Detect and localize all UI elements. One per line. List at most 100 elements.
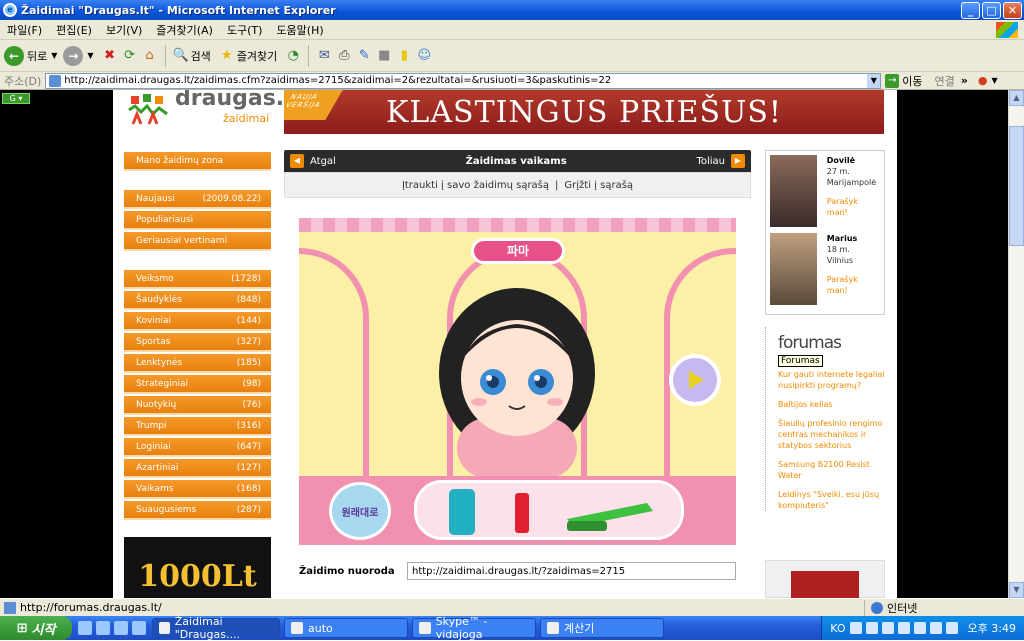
addon-dropdown-icon[interactable]: ▼ xyxy=(992,76,998,85)
nav-category[interactable]: Sportas (327) xyxy=(124,333,271,352)
user-name[interactable]: Marius xyxy=(827,233,880,244)
menu-help[interactable]: 도움말(H) xyxy=(269,22,330,38)
home-icon[interactable]: ⌂ xyxy=(140,46,160,66)
nav-item[interactable]: Naujausi (2009.08.22) xyxy=(124,190,271,209)
taskbar-item[interactable]: Skype™ - vidajoga xyxy=(412,615,536,641)
nav-my-zone[interactable]: Mano žaidimų zona xyxy=(124,152,271,171)
forum-topic[interactable]: Leidinys "Sveiki, esu jūsų kompiuteris" xyxy=(778,489,885,511)
back-button[interactable]: ← 뒤로 ▼ xyxy=(4,45,57,66)
nav-category[interactable]: Veiksmo (1728) xyxy=(124,270,271,289)
tray-icon[interactable] xyxy=(897,622,910,634)
links-label[interactable]: 연결 xyxy=(935,73,955,89)
hair-tools-icon[interactable] xyxy=(417,483,687,543)
minimize-button[interactable]: _ xyxy=(961,1,980,19)
forum-topic[interactable]: Samsung B2100 Resist Water xyxy=(778,459,885,481)
discuss-icon[interactable]: ■ xyxy=(374,46,394,66)
nav-category[interactable]: Lenktynės (185) xyxy=(124,354,271,373)
user-card[interactable]: Dovilė 27 m. Marijampolė Parašyk man! xyxy=(770,155,880,227)
gadget-button[interactable]: G ▾ xyxy=(2,93,30,104)
ad-banner[interactable]: NAUJA VERSIJA KLASTINGUS PRIEŠUS! xyxy=(284,90,884,134)
write-me-link[interactable]: Parašyk man! xyxy=(827,196,880,218)
user-photo[interactable] xyxy=(770,233,817,305)
nav-category[interactable]: Trumpi (316) xyxy=(124,417,271,436)
quicklaunch-icon[interactable] xyxy=(132,621,146,635)
refresh-icon[interactable]: ⟳ xyxy=(120,46,140,66)
scroll-up-icon[interactable]: ▲ xyxy=(1009,90,1024,106)
scroll-thumb[interactable] xyxy=(1009,126,1024,246)
messenger-icon[interactable]: ☺ xyxy=(414,46,434,66)
favorites-button[interactable]: ★ 즐겨찾기 xyxy=(217,46,277,66)
menu-favorites[interactable]: 즐겨찾기(A) xyxy=(149,22,220,38)
red-ad-box[interactable] xyxy=(765,560,885,598)
reset-button[interactable]: 원래대로 xyxy=(329,482,391,540)
menu-edit[interactable]: 편집(E) xyxy=(49,22,99,38)
print-icon[interactable]: ⎙ xyxy=(334,46,354,66)
close-button[interactable]: ✕ xyxy=(1003,1,1022,19)
history-icon[interactable]: ◔ xyxy=(283,46,303,66)
nav-item[interactable]: Populiariausi xyxy=(124,211,271,230)
user-photo[interactable] xyxy=(770,155,817,227)
go-button[interactable]: → 이동 xyxy=(885,73,923,89)
nav-category[interactable]: Azartiniai (127) xyxy=(124,459,271,478)
language-indicator[interactable]: KO xyxy=(830,622,845,635)
quicklaunch-icon[interactable] xyxy=(78,621,92,635)
left-arrow-icon: ◀ xyxy=(290,154,304,168)
menu-view[interactable]: 보기(V) xyxy=(99,22,149,38)
tray-icon[interactable] xyxy=(865,622,878,634)
tray-icon[interactable] xyxy=(929,622,942,634)
zone-label: 인터넷 xyxy=(887,601,918,615)
nav-category[interactable]: Koviniai (144) xyxy=(124,312,271,331)
nav-category[interactable]: Suaugusiems (287) xyxy=(124,501,271,520)
start-button[interactable]: ⊞ 시작 xyxy=(0,616,72,640)
address-dropdown-icon[interactable]: ▼ xyxy=(867,73,881,88)
game-link-field[interactable] xyxy=(407,562,736,580)
links-more-icon[interactable]: » xyxy=(961,74,968,87)
nav-category[interactable]: Loginiai (647) xyxy=(124,438,271,457)
note-icon[interactable]: ▮ xyxy=(394,46,414,66)
address-input[interactable]: http://zaidimai.draugas.lt/zaidimas.cfm?… xyxy=(45,72,882,89)
next-link[interactable]: Toliau ▶ xyxy=(690,154,751,168)
forum-topic[interactable]: Baltijos kelias xyxy=(778,399,885,410)
user-name[interactable]: Dovilė xyxy=(827,155,880,166)
tray-icon[interactable] xyxy=(881,622,894,634)
forward-button[interactable]: → ▼ xyxy=(63,45,94,66)
taskbar-item[interactable]: auto xyxy=(284,618,408,638)
write-me-link[interactable]: Parašyk man! xyxy=(827,274,880,296)
taskbar-item[interactable]: 계산기 xyxy=(540,618,664,638)
return-to-list-link[interactable]: Grįžti į sąrašą xyxy=(564,180,633,191)
quicklaunch-icon[interactable] xyxy=(96,621,110,635)
user-card[interactable]: Marius 18 m. Vilnius Parašyk man! xyxy=(770,233,880,305)
quicklaunch-icon[interactable] xyxy=(114,621,128,635)
tray-icon[interactable] xyxy=(913,622,926,634)
maximize-button[interactable]: □ xyxy=(982,1,1001,19)
mail-icon[interactable]: ✉ xyxy=(314,46,334,66)
back-link[interactable]: ◀ Atgal xyxy=(284,154,342,168)
forum-title[interactable]: forumas xyxy=(778,333,885,353)
nav-category[interactable]: Strateginiai (98) xyxy=(124,375,271,394)
clock[interactable]: 오후 3:49 xyxy=(968,620,1016,636)
tray-icon[interactable] xyxy=(849,622,862,634)
menu-file[interactable]: 파일(F) xyxy=(0,22,49,38)
game-canvas[interactable]: 파마 원래대로 xyxy=(299,218,736,545)
taskbar-item[interactable]: Žaidimai "Draugas.... xyxy=(152,615,280,641)
tray-icon[interactable] xyxy=(945,622,958,634)
nav-category[interactable]: Šaudyklės (848) xyxy=(124,291,271,310)
forum-topic[interactable]: Šiaulių profesinio rengimo centras mecha… xyxy=(778,418,885,451)
play-button[interactable] xyxy=(669,354,721,406)
addon-icon[interactable]: ● xyxy=(978,74,988,87)
nav-item[interactable]: Geriausiai vertinami xyxy=(124,232,271,251)
promo-banner[interactable]: 1000Lt xyxy=(124,537,271,598)
nav-category[interactable]: Vaikams (168) xyxy=(124,480,271,499)
edit-icon[interactable]: ✎ xyxy=(354,46,374,66)
add-to-list-link[interactable]: Įtraukti į savo žaidimų sąrašą xyxy=(402,180,549,191)
back-dropdown-icon[interactable]: ▼ xyxy=(51,51,57,60)
menu-tools[interactable]: 도구(T) xyxy=(220,22,270,38)
forward-dropdown-icon[interactable]: ▼ xyxy=(87,51,93,60)
search-button[interactable]: 🔍 검색 xyxy=(171,46,210,66)
vertical-scrollbar[interactable]: ▲ ▼ xyxy=(1008,90,1024,598)
nav-category[interactable]: Nuotykių (76) xyxy=(124,396,271,415)
forum-topic[interactable]: Kur gauti internete legaliai nusipirkti … xyxy=(778,369,885,391)
stop-icon[interactable]: ✖ xyxy=(100,46,120,66)
site-logo[interactable]: draugas.lt žaidimai xyxy=(123,90,302,135)
scroll-down-icon[interactable]: ▼ xyxy=(1009,582,1024,598)
